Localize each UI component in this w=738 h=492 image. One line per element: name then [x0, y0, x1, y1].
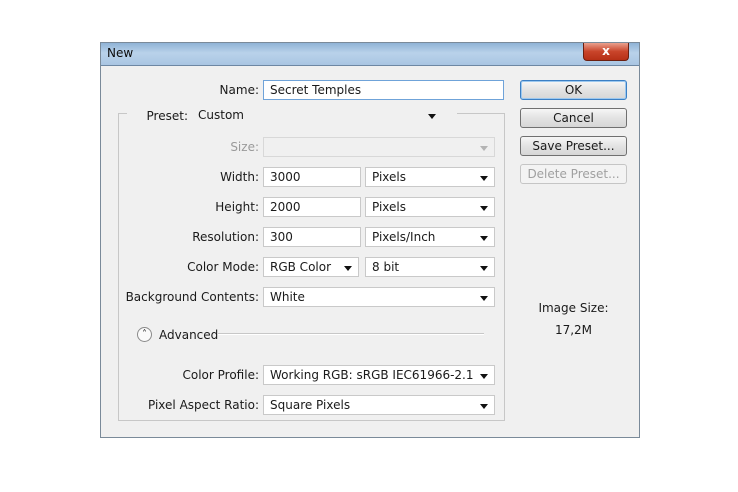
window-title: New: [107, 46, 134, 60]
chevron-down-icon: [480, 296, 488, 301]
size-label: Size:: [230, 140, 259, 154]
name-input[interactable]: Secret Temples: [263, 80, 504, 100]
delete-preset-button[interactable]: Delete Preset...: [520, 164, 627, 184]
close-icon: x: [602, 44, 610, 58]
chevron-down-icon: [480, 146, 488, 151]
preset-label: Preset:: [146, 109, 188, 123]
width-unit-value: Pixels: [372, 170, 407, 184]
bit-depth-select[interactable]: 8 bit: [365, 257, 495, 277]
advanced-toggle[interactable]: ˄: [137, 327, 152, 342]
chevron-down-icon: [480, 206, 488, 211]
resolution-unit-select[interactable]: Pixels/Inch: [365, 227, 495, 247]
width-unit-select[interactable]: Pixels: [365, 167, 495, 187]
image-size-label: Image Size:: [538, 301, 609, 315]
resolution-unit-value: Pixels/Inch: [372, 230, 436, 244]
size-select[interactable]: [263, 137, 495, 157]
height-unit-value: Pixels: [372, 200, 407, 214]
width-input[interactable]: 3000: [263, 167, 361, 187]
pixel-aspect-ratio-value: Square Pixels: [270, 398, 351, 412]
ok-button[interactable]: OK: [520, 80, 627, 100]
width-label: Width:: [220, 170, 259, 184]
preset-value: Custom: [198, 108, 244, 122]
color-profile-select[interactable]: Working RGB: sRGB IEC61966-2.1: [263, 365, 495, 385]
chevron-down-icon: [480, 266, 488, 271]
pixel-aspect-ratio-select[interactable]: Square Pixels: [263, 395, 495, 415]
color-mode-label: Color Mode:: [187, 260, 259, 274]
save-preset-button[interactable]: Save Preset...: [520, 136, 627, 156]
pixel-aspect-ratio-label: Pixel Aspect Ratio:: [148, 398, 259, 412]
preset-select[interactable]: Custom: [192, 106, 442, 126]
color-mode-select[interactable]: RGB Color: [263, 257, 359, 277]
height-label: Height:: [215, 200, 259, 214]
height-input[interactable]: 2000: [263, 197, 361, 217]
chevron-down-icon: [480, 374, 488, 379]
title-bar[interactable]: New x: [101, 43, 639, 66]
advanced-divider: [218, 333, 484, 335]
height-unit-select[interactable]: Pixels: [365, 197, 495, 217]
cancel-button[interactable]: Cancel: [520, 108, 627, 128]
chevron-down-icon: [480, 236, 488, 241]
bit-depth-value: 8 bit: [372, 260, 400, 274]
name-label: Name:: [219, 83, 259, 97]
chevron-down-icon: [480, 404, 488, 409]
background-contents-label: Background Contents:: [125, 290, 259, 304]
image-size-value: 17,2M: [554, 323, 593, 337]
chevron-down-icon: [428, 114, 436, 119]
color-profile-value: Working RGB: sRGB IEC61966-2.1: [270, 368, 474, 382]
chevron-down-icon: [480, 176, 488, 181]
chevron-down-icon: [344, 266, 352, 271]
color-profile-label: Color Profile:: [182, 368, 260, 382]
chevron-up-icon: ˄: [142, 329, 147, 340]
resolution-label: Resolution:: [192, 230, 259, 244]
background-contents-select[interactable]: White: [263, 287, 495, 307]
advanced-label[interactable]: Advanced: [159, 328, 218, 342]
resolution-input[interactable]: 300: [263, 227, 361, 247]
color-mode-value: RGB Color: [270, 260, 332, 274]
background-contents-value: White: [270, 290, 305, 304]
close-button[interactable]: x: [583, 43, 629, 61]
